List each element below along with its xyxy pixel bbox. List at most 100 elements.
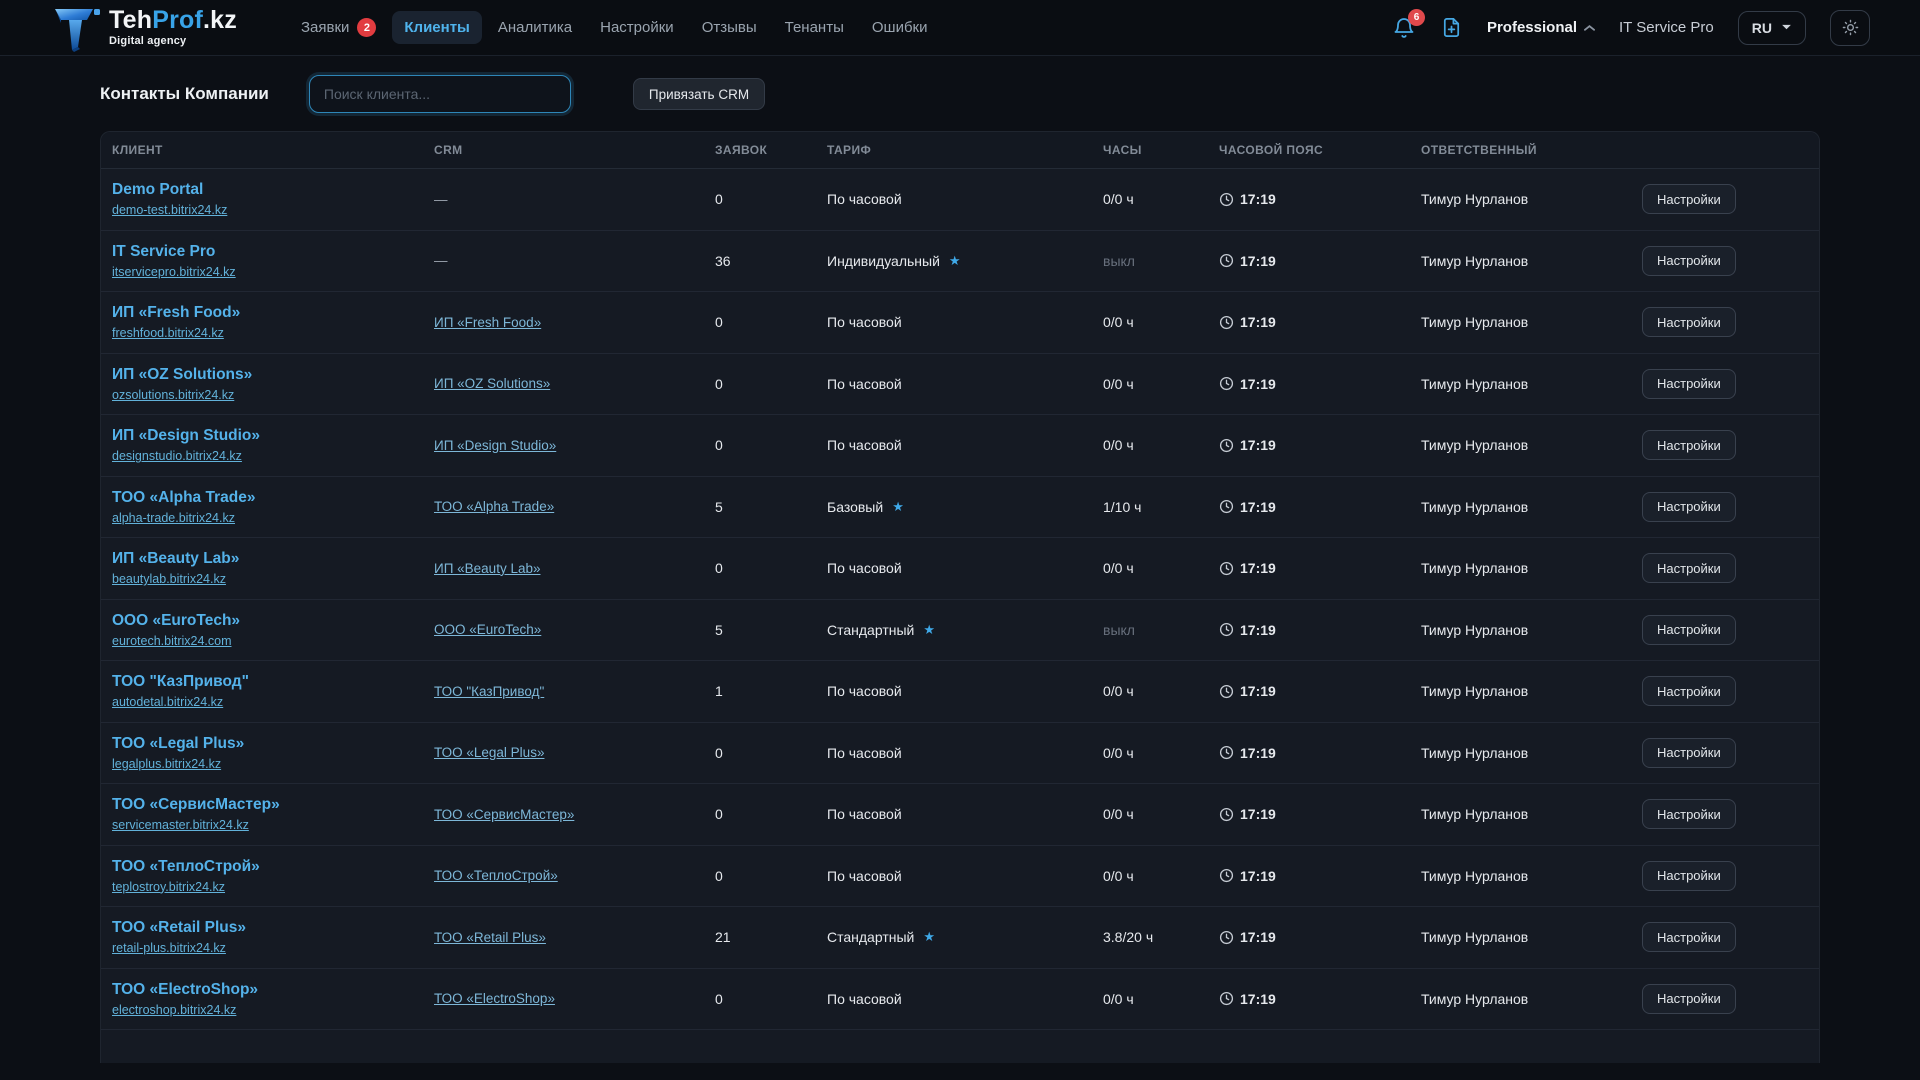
table-row: ТОО «ТеплоСтрой» teplostroy.bitrix24.kz … xyxy=(101,846,1819,908)
client-name-link[interactable]: ТОО «СервисМастер» xyxy=(112,796,434,814)
client-domain-link[interactable]: freshfood.bitrix24.kz xyxy=(112,326,224,340)
client-domain-link[interactable]: alpha-trade.bitrix24.kz xyxy=(112,511,235,525)
hours-value: 1/10 ч xyxy=(1103,499,1219,515)
client-domain-link[interactable]: retail-plus.bitrix24.kz xyxy=(112,941,226,955)
nav-item-label: Аналитика xyxy=(498,19,572,36)
timezone-value: 17:19 xyxy=(1240,868,1276,884)
crm-link[interactable]: ИП «Fresh Food» xyxy=(434,315,541,330)
client-domain-link[interactable]: eurotech.bitrix24.com xyxy=(112,634,232,648)
client-name-link[interactable]: ТОО «ElectroShop» xyxy=(112,981,434,999)
client-domain-link[interactable]: teplostroy.bitrix24.kz xyxy=(112,880,225,894)
crm-link[interactable]: ТОО «ElectroShop» xyxy=(434,991,555,1006)
client-domain-link[interactable]: itservicepro.bitrix24.kz xyxy=(112,265,236,279)
crm-link[interactable]: ТОО «СервисМастер» xyxy=(434,807,574,822)
bind-crm-button[interactable]: Привязать CRM xyxy=(633,78,765,110)
nav-item[interactable]: Тенанты xyxy=(773,11,856,44)
client-name-link[interactable]: ООО «EuroTech» xyxy=(112,612,434,630)
crm-link[interactable]: ТОО «ТеплоСтрой» xyxy=(434,868,558,883)
clients-table: КЛИЕНТ CRM ЗАЯВОК ТАРИФ ЧАСЫ ЧАСОВОЙ ПОЯ… xyxy=(100,131,1820,1063)
settings-button[interactable]: Настройки xyxy=(1642,615,1736,645)
search-input[interactable] xyxy=(309,75,571,113)
tariff-label: Базовый xyxy=(827,499,883,515)
client-domain-link[interactable]: electroshop.bitrix24.kz xyxy=(112,1003,236,1017)
settings-button[interactable]: Настройки xyxy=(1642,738,1736,768)
nav-item[interactable]: Отзывы xyxy=(690,11,769,44)
settings-button[interactable]: Настройки xyxy=(1642,553,1736,583)
client-name-link[interactable]: ТОО «ТеплоСтрой» xyxy=(112,858,434,876)
crm-link[interactable]: ТОО "КазПривод" xyxy=(434,684,544,699)
settings-button[interactable]: Настройки xyxy=(1642,492,1736,522)
client-cell: ИП «OZ Solutions» ozsolutions.bitrix24.k… xyxy=(112,366,434,402)
timezone-value: 17:19 xyxy=(1240,191,1276,207)
crm-link[interactable]: ООО «EuroTech» xyxy=(434,622,541,637)
star-icon: ★ xyxy=(892,499,904,515)
settings-button[interactable]: Настройки xyxy=(1642,799,1736,829)
nav-badge: 2 xyxy=(357,18,376,37)
settings-button[interactable]: Настройки xyxy=(1642,246,1736,276)
client-name-link[interactable]: ТОО «Legal Plus» xyxy=(112,735,434,753)
table-row: ТОО «Alpha Trade» alpha-trade.bitrix24.k… xyxy=(101,477,1819,539)
table-row: Demo Portal demo-test.bitrix24.kz — 0 По… xyxy=(101,169,1819,231)
timezone-cell: 17:19 xyxy=(1219,253,1421,269)
plan-dropdown[interactable]: Professional xyxy=(1487,19,1595,36)
client-domain-link[interactable]: servicemaster.bitrix24.kz xyxy=(112,818,249,832)
requests-count: 0 xyxy=(715,806,827,822)
client-name-link[interactable]: ИП «Beauty Lab» xyxy=(112,550,434,568)
crm-link[interactable]: ТОО «Alpha Trade» xyxy=(434,499,554,514)
client-name-link[interactable]: ИП «OZ Solutions» xyxy=(112,366,434,384)
crm-link[interactable]: ТОО «Legal Plus» xyxy=(434,745,544,760)
client-name-link[interactable]: ИП «Design Studio» xyxy=(112,427,434,445)
new-document-button[interactable] xyxy=(1440,16,1463,39)
client-name-link[interactable]: ТОО "КазПривод" xyxy=(112,673,434,691)
settings-button[interactable]: Настройки xyxy=(1642,922,1736,952)
timezone-cell: 17:19 xyxy=(1219,683,1421,699)
settings-button[interactable]: Настройки xyxy=(1642,307,1736,337)
responsible-name: Тимур Нурланов xyxy=(1421,314,1642,330)
language-select[interactable]: RU xyxy=(1738,11,1806,45)
nav-item[interactable]: Настройки xyxy=(588,11,686,44)
notifications-button[interactable]: 6 xyxy=(1392,16,1416,40)
tariff-label: По часовой xyxy=(827,991,902,1007)
tariff-label: По часовой xyxy=(827,314,902,330)
clock-icon xyxy=(1219,868,1234,883)
client-name-link[interactable]: IT Service Pro xyxy=(112,243,434,261)
settings-button[interactable]: Настройки xyxy=(1642,984,1736,1014)
settings-button[interactable]: Настройки xyxy=(1642,184,1736,214)
client-name-link[interactable]: ТОО «Alpha Trade» xyxy=(112,489,434,507)
client-domain-link[interactable]: demo-test.bitrix24.kz xyxy=(112,203,227,217)
crm-link[interactable]: ИП «Design Studio» xyxy=(434,438,556,453)
responsible-name: Тимур Нурланов xyxy=(1421,622,1642,638)
tariff-cell: Стандартный ★ xyxy=(827,929,1103,945)
client-domain-link[interactable]: designstudio.bitrix24.kz xyxy=(112,449,242,463)
client-cell: ТОО «ТеплоСтрой» teplostroy.bitrix24.kz xyxy=(112,858,434,894)
nav-item[interactable]: Аналитика xyxy=(486,11,584,44)
hours-value: выкл xyxy=(1103,622,1219,638)
client-domain-link[interactable]: legalplus.bitrix24.kz xyxy=(112,757,221,771)
settings-button[interactable]: Настройки xyxy=(1642,430,1736,460)
responsible-name: Тимур Нурланов xyxy=(1421,376,1642,392)
client-name-link[interactable]: ИП «Fresh Food» xyxy=(112,304,434,322)
settings-button[interactable]: Настройки xyxy=(1642,676,1736,706)
settings-button[interactable]: Настройки xyxy=(1642,861,1736,891)
clock-icon xyxy=(1219,376,1234,391)
nav-item[interactable]: Ошибки xyxy=(860,11,940,44)
theme-toggle-button[interactable] xyxy=(1830,10,1870,46)
crm-link[interactable]: ТОО «Retail Plus» xyxy=(434,930,546,945)
chevron-down-icon xyxy=(1781,24,1792,31)
clock-icon xyxy=(1219,315,1234,330)
plan-label: Professional xyxy=(1487,19,1577,36)
client-cell: ТОО «Legal Plus» legalplus.bitrix24.kz xyxy=(112,735,434,771)
tariff-label: По часовой xyxy=(827,437,902,453)
client-name-link[interactable]: Demo Portal xyxy=(112,181,434,199)
client-name-link[interactable]: ТОО «Retail Plus» xyxy=(112,919,434,937)
nav-item[interactable]: Заявки 2 xyxy=(289,10,388,45)
timezone-cell: 17:19 xyxy=(1219,191,1421,207)
client-domain-link[interactable]: autodetal.bitrix24.kz xyxy=(112,695,223,709)
crm-link[interactable]: ИП «Beauty Lab» xyxy=(434,561,540,576)
client-domain-link[interactable]: ozsolutions.bitrix24.kz xyxy=(112,388,234,402)
client-domain-link[interactable]: beautylab.bitrix24.kz xyxy=(112,572,226,586)
crm-link[interactable]: ИП «OZ Solutions» xyxy=(434,376,550,391)
nav-item[interactable]: Клиенты xyxy=(392,11,481,44)
settings-button[interactable]: Настройки xyxy=(1642,369,1736,399)
responsible-name: Тимур Нурланов xyxy=(1421,499,1642,515)
